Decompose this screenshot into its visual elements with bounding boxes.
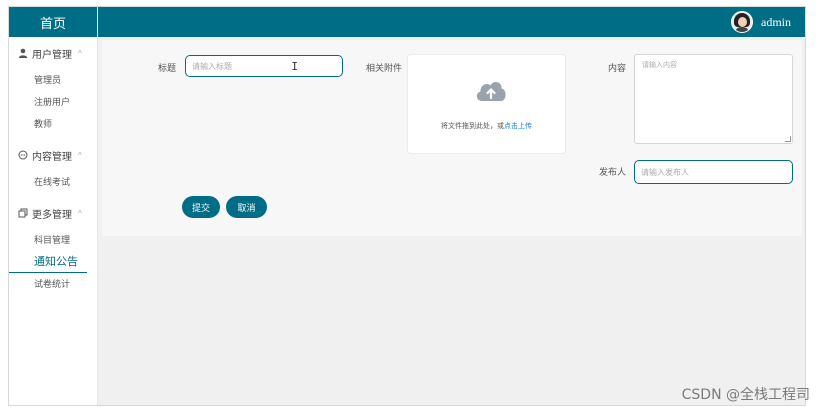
- upload-hint: 将文件拖到此处，或点击上传: [408, 121, 565, 131]
- watermark: CSDN @全栈工程司: [681, 387, 810, 403]
- cancel-button[interactable]: 取消: [226, 196, 267, 218]
- app-window: 首页 用户管理 ^ 管理员 注册用户 教师 内容管理 ^ 在线考试 更多管理 ^…: [8, 6, 806, 406]
- chat-bubble-icon: [17, 149, 29, 161]
- content-label: 内容: [607, 63, 626, 73]
- sidebar: 首页 用户管理 ^ 管理员 注册用户 教师 内容管理 ^ 在线考试 更多管理 ^…: [9, 7, 98, 405]
- cloud-upload-icon: [476, 82, 506, 101]
- copy-icon: [17, 207, 29, 219]
- user-menu[interactable]: admin: [731, 11, 791, 33]
- group-label: 更多管理: [32, 209, 72, 221]
- sidebar-item-subject-management[interactable]: 科目管理: [9, 229, 97, 251]
- text-cursor-icon: I: [291, 60, 298, 73]
- username[interactable]: admin: [761, 15, 791, 30]
- sidebar-item-online-exam[interactable]: 在线考试: [9, 171, 97, 193]
- content-placeholder: 请输入内容: [642, 62, 677, 69]
- sidebar-item-registered-users[interactable]: 注册用户: [9, 91, 97, 113]
- title-label: 标题: [157, 63, 176, 73]
- sidebar-item-notice[interactable]: 通知公告: [9, 251, 87, 273]
- publisher-input[interactable]: 请输入发布人: [634, 160, 793, 184]
- resize-handle-icon[interactable]: [785, 136, 791, 142]
- content-textarea[interactable]: 请输入内容: [634, 54, 793, 144]
- sidebar-group-content-management[interactable]: 内容管理 ^: [9, 145, 97, 165]
- sidebar-group-user-management[interactable]: 用户管理 ^: [9, 43, 97, 63]
- sidebar-item-teacher[interactable]: 教师: [9, 113, 97, 135]
- main-content: 标题 请输入标题 I 相关附件 将文件拖到此处，或点击上传 内容 请输入内容 发…: [98, 37, 805, 405]
- upload-link[interactable]: 点击上传: [504, 122, 532, 130]
- group-label: 用户管理: [32, 49, 72, 61]
- chevron-up-icon: ^: [78, 150, 82, 160]
- upload-hint-text: 将文件拖到此处，或: [441, 122, 504, 130]
- notice-form: 标题 请输入标题 I 相关附件 将文件拖到此处，或点击上传 内容 请输入内容 发…: [102, 40, 802, 236]
- title-input[interactable]: 请输入标题 I: [185, 55, 343, 77]
- title-placeholder: 请输入标题: [192, 61, 232, 71]
- top-bar: admin: [98, 7, 805, 37]
- submit-button[interactable]: 提交: [182, 196, 220, 218]
- file-upload-dropzone[interactable]: 将文件拖到此处，或点击上传: [407, 54, 566, 154]
- sidebar-group-more-management[interactable]: 更多管理 ^: [9, 203, 97, 223]
- publisher-label: 发布人: [598, 167, 626, 177]
- chevron-up-icon: ^: [78, 48, 82, 58]
- chevron-up-icon: ^: [78, 208, 82, 218]
- sidebar-item-paper-statistics[interactable]: 试卷统计: [9, 273, 97, 295]
- sidebar-item-admin[interactable]: 管理员: [9, 69, 97, 91]
- attachment-label: 相关附件: [365, 63, 402, 73]
- person-icon: [17, 47, 29, 59]
- sidebar-home[interactable]: 首页: [9, 7, 97, 37]
- publisher-placeholder: 请输入发布人: [641, 167, 689, 177]
- avatar[interactable]: [731, 11, 753, 33]
- group-label: 内容管理: [32, 151, 72, 163]
